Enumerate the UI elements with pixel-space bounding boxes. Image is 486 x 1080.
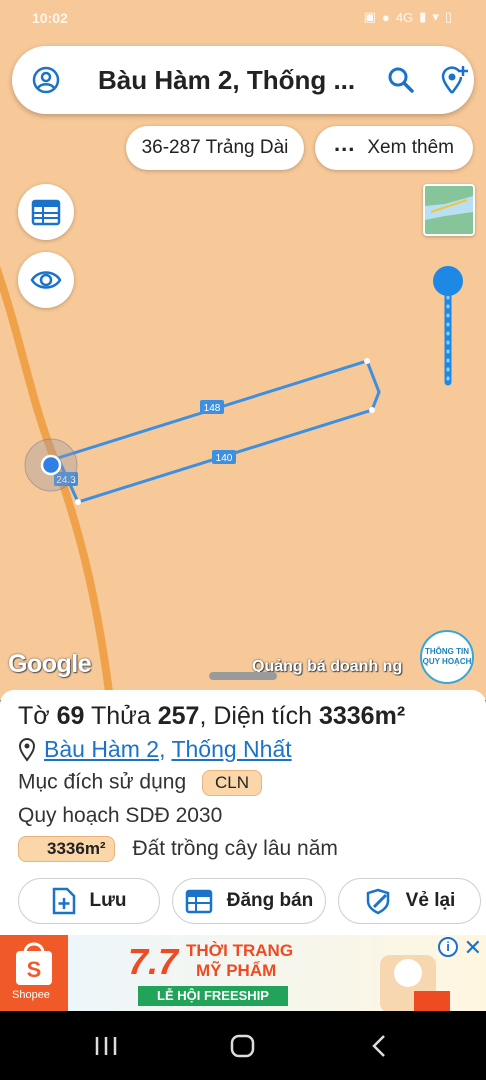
- battery-icon: ▯: [444, 9, 452, 24]
- google-logo: Google: [8, 650, 92, 678]
- ad-close-icon[interactable]: ✕: [464, 935, 482, 961]
- sell-button[interactable]: Đăng bán: [172, 878, 326, 924]
- planning-info-line2: QUY HOẠCH: [422, 657, 472, 666]
- wifi-icon: ▾: [432, 9, 439, 24]
- edge-label-top: 148: [204, 403, 221, 414]
- layers-button[interactable]: [18, 184, 74, 240]
- calendar-grid-icon: [31, 199, 61, 226]
- area-value: 3336m²: [318, 702, 406, 730]
- parcel-location: Bàu Hàm 2, Thống Nhất: [18, 736, 292, 763]
- svg-text:S: S: [27, 957, 42, 982]
- status-bar: 10:02 ▣ ● 4G ▮ ▾ ▯: [0, 0, 486, 38]
- search-icon[interactable]: [387, 66, 415, 94]
- my-location-dot: [40, 454, 62, 476]
- plan-area-badge: 3336m²: [18, 836, 115, 862]
- location-icon: ●: [381, 9, 390, 25]
- redraw-label: Vẻ lại: [405, 890, 456, 911]
- search-input[interactable]: Bàu Hàm 2, Thống ...: [98, 65, 355, 96]
- ad-brand: Shopee: [12, 989, 50, 1001]
- eye-icon: [30, 271, 62, 289]
- back-icon[interactable]: [370, 1034, 388, 1058]
- chip-address[interactable]: 36-287 Trảng Dài: [126, 126, 304, 170]
- ad-freeship-banner: LỄ HỘI FREESHIP: [138, 986, 288, 1006]
- ad-banner[interactable]: S Shopee 7.7 THỜI TRANG MỸ PHẨM LỄ HỘI F…: [0, 935, 486, 1011]
- purpose-label: Mục đích sử dụng: [18, 770, 187, 794]
- sheet-drag-handle[interactable]: [209, 672, 277, 680]
- sheet-label: Tờ: [18, 702, 50, 730]
- redraw-button[interactable]: Vẻ lại: [338, 878, 481, 924]
- parcel-vertex: [364, 358, 370, 364]
- parcel-outline[interactable]: [55, 359, 381, 504]
- purpose-code-badge: CLN: [202, 770, 263, 796]
- lot-label: Thửa: [90, 702, 151, 730]
- area-label: Diện tích: [213, 702, 313, 730]
- add-location-icon[interactable]: [440, 65, 468, 95]
- opacity-slider[interactable]: [430, 264, 466, 388]
- ad-big-text: 7.7: [128, 941, 179, 982]
- ad-line2: MỸ PHẨM: [196, 961, 277, 980]
- system-nav-bar: [0, 1011, 486, 1080]
- chip-more[interactable]: ... Xem thêm: [315, 126, 473, 170]
- purpose-row: Mục đích sử dụng CLN: [18, 770, 263, 796]
- save-button[interactable]: Lưu: [18, 878, 160, 924]
- chip-more-label: Xem thêm: [367, 137, 454, 158]
- calendar-icon: [185, 889, 212, 914]
- map-view[interactable]: 148 140 24.3 10:02 ▣ ● 4G ▮ ▾ ▯ Bàu Hàm …: [0, 0, 486, 700]
- satellite-thumbnail-icon: [425, 186, 473, 234]
- edge-label-bottom: 140: [216, 453, 233, 464]
- search-bar[interactable]: Bàu Hàm 2, Thống ...: [12, 46, 474, 114]
- visibility-button[interactable]: [18, 252, 74, 308]
- signal-4g-icon: 4G: [395, 9, 414, 25]
- signal-icon: ▮: [419, 9, 427, 24]
- parcel-info-sheet: Tờ 69 Thửa 257, Diện tích 3336m² Bàu Hàm…: [0, 690, 486, 935]
- sheet-number: 69: [56, 702, 85, 730]
- ad-line1: THỜI TRANG: [186, 941, 294, 960]
- add-file-icon: [52, 887, 75, 915]
- location-link-district[interactable]: Thống Nhất: [171, 736, 291, 762]
- planning-info-badge[interactable]: THÔNG TIN QUY HOẠCH: [420, 630, 474, 684]
- slider-thumb[interactable]: [433, 266, 463, 296]
- image-icon: ▣: [363, 9, 376, 24]
- account-icon[interactable]: [32, 66, 60, 94]
- status-time: 10:02: [32, 10, 68, 26]
- location-separator: ,: [159, 736, 166, 762]
- sell-label: Đăng bán: [226, 890, 314, 911]
- edit-badge-icon: [366, 888, 389, 915]
- shopee-logo: S Shopee: [0, 935, 68, 1011]
- more-dots-icon: ...: [334, 131, 356, 156]
- map-type-thumbnail[interactable]: [423, 184, 475, 236]
- plan-description: Đất trồng cây lâu năm: [132, 836, 338, 860]
- status-icons: ▣ ● 4G ▮ ▾ ▯: [364, 9, 452, 25]
- plan-label: Quy hoạch SDĐ 2030: [18, 804, 223, 827]
- parcel-vertex: [75, 499, 81, 505]
- pin-icon: [18, 737, 36, 762]
- chip-address-label: 36-287 Trảng Dài: [141, 137, 289, 158]
- home-icon[interactable]: [230, 1034, 256, 1058]
- save-label: Lưu: [89, 890, 127, 911]
- parcel-vertex: [369, 407, 375, 413]
- ad-info-icon[interactable]: i: [438, 937, 458, 957]
- planning-info-line1: THÔNG TIN: [425, 647, 469, 656]
- location-link-commune[interactable]: Bàu Hàm 2: [44, 736, 159, 762]
- recent-apps-icon[interactable]: [94, 1035, 120, 1057]
- parcel-title: Tờ 69 Thửa 257, Diện tích 3336m²: [18, 702, 406, 730]
- plan-row: 3336m² Đất trồng cây lâu năm: [18, 836, 338, 862]
- lot-number: 257: [157, 702, 200, 730]
- ad-product-image: [380, 955, 450, 1011]
